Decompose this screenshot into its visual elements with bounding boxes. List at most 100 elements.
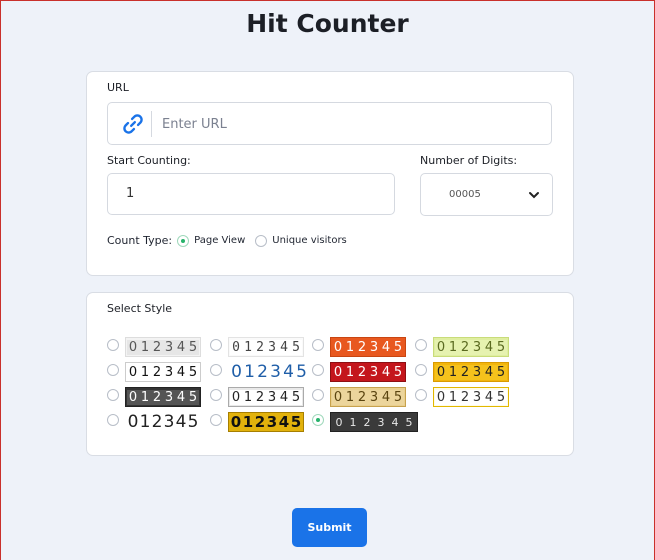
style-digit: 5 — [295, 362, 308, 382]
style-option-9[interactable]: 012345 — [107, 387, 201, 407]
settings-card: URL Start Counting: 1 Number of Digits: … — [86, 71, 574, 276]
count-type-group: Count Type: Page View Unique visitors — [107, 234, 347, 247]
style-preview-5: 012345 — [125, 362, 201, 382]
style-digit: 4 — [175, 339, 187, 355]
style-option-12[interactable]: 012345 — [415, 387, 509, 407]
style-digit: 2 — [254, 389, 266, 405]
count-type-unique-visitors[interactable]: Unique visitors — [255, 234, 347, 247]
style-option-3[interactable]: 012345 — [312, 337, 406, 357]
style-digit: 1 — [242, 389, 254, 405]
style-digit: 3 — [471, 389, 483, 405]
style-digit: 0 — [230, 339, 242, 355]
style-option-14[interactable]: 012345 — [210, 412, 304, 432]
style-digit: 2 — [151, 339, 163, 355]
style-preview-14: 012345 — [228, 412, 304, 432]
style-option-15[interactable]: 012345 — [312, 412, 418, 432]
style-digit: 5 — [392, 339, 404, 355]
url-field[interactable] — [107, 102, 552, 145]
style-option-8[interactable]: 012345 — [415, 362, 509, 382]
style-digit: 4 — [483, 339, 495, 355]
style-digit: 2 — [254, 413, 266, 431]
radio-unique-visitors[interactable] — [255, 234, 268, 247]
style-radio-3[interactable] — [312, 339, 324, 351]
style-digit: 2 — [151, 389, 163, 405]
style-digit: 2 — [459, 389, 471, 405]
style-preview-7: 012345 — [330, 362, 406, 382]
style-option-4[interactable]: 012345 — [415, 337, 509, 357]
start-counting-input[interactable]: 1 — [107, 173, 395, 215]
style-radio-1[interactable] — [107, 339, 119, 351]
style-radio-11[interactable] — [312, 389, 324, 401]
style-digit: 0 — [435, 339, 447, 355]
page-view-label: Page View — [194, 235, 246, 246]
style-digit: 4 — [388, 415, 402, 429]
radio-page-view[interactable] — [177, 234, 190, 247]
style-digit: 1 — [346, 415, 360, 429]
style-digit: 3 — [368, 339, 380, 355]
style-option-5[interactable]: 012345 — [107, 362, 201, 382]
style-digit: 5 — [495, 339, 507, 355]
style-radio-12[interactable] — [415, 389, 427, 401]
number-of-digits-select[interactable]: 00005 — [420, 173, 553, 216]
style-digit: 2 — [360, 415, 374, 429]
style-digit: 0 — [127, 389, 139, 405]
style-digit: 4 — [380, 364, 392, 380]
count-type-page-view[interactable]: Page View — [177, 234, 246, 247]
style-digit: 3 — [471, 339, 483, 355]
style-digit: 2 — [459, 339, 471, 355]
url-input[interactable] — [162, 112, 542, 136]
submit-button[interactable]: Submit — [292, 508, 367, 547]
style-option-11[interactable]: 012345 — [312, 387, 406, 407]
style-digit: 5 — [187, 412, 199, 432]
style-digit: 1 — [242, 339, 254, 355]
style-card: Select Style 012345012345012345012345012… — [86, 292, 574, 456]
style-option-6[interactable]: 012345 — [210, 362, 310, 382]
style-digit: 1 — [139, 389, 151, 405]
style-digit: 3 — [266, 389, 278, 405]
style-radio-8[interactable] — [415, 364, 427, 376]
style-radio-2[interactable] — [210, 339, 222, 351]
style-option-7[interactable]: 012345 — [312, 362, 406, 382]
style-digit: 4 — [278, 389, 290, 405]
chevron-down-icon — [529, 192, 539, 199]
style-digit: 0 — [127, 412, 139, 432]
style-digit: 3 — [163, 412, 175, 432]
unique-visitors-label: Unique visitors — [272, 235, 347, 246]
style-digit: 4 — [483, 364, 495, 380]
style-radio-9[interactable] — [107, 389, 119, 401]
style-radio-15[interactable] — [312, 414, 324, 426]
style-digit: 2 — [254, 339, 266, 355]
style-preview-8: 012345 — [433, 362, 509, 382]
style-radio-13[interactable] — [107, 414, 119, 426]
style-radio-7[interactable] — [312, 364, 324, 376]
url-divider — [151, 111, 152, 137]
style-radio-14[interactable] — [210, 414, 222, 426]
style-digit: 1 — [242, 413, 254, 431]
style-digit: 3 — [163, 364, 175, 380]
style-digit: 3 — [266, 339, 278, 355]
style-option-10[interactable]: 012345 — [210, 387, 304, 407]
style-option-13[interactable]: 012345 — [107, 412, 201, 432]
digits-selected-value: 00005 — [449, 189, 481, 200]
url-label: URL — [107, 81, 129, 94]
style-radio-6[interactable] — [210, 364, 222, 376]
style-digit: 5 — [290, 339, 302, 355]
style-digit: 3 — [368, 389, 380, 405]
style-preview-11: 012345 — [330, 387, 406, 407]
style-option-1[interactable]: 012345 — [107, 337, 201, 357]
style-digit: 3 — [163, 389, 175, 405]
count-type-label: Count Type: — [107, 234, 173, 247]
link-icon — [123, 114, 143, 134]
page-title: Hit Counter — [246, 9, 409, 38]
style-radio-4[interactable] — [415, 339, 427, 351]
style-radio-10[interactable] — [210, 389, 222, 401]
style-option-2[interactable]: 012345 — [210, 337, 304, 357]
style-digit: 0 — [127, 364, 139, 380]
style-digit: 1 — [139, 412, 151, 432]
start-counting-label: Start Counting: — [107, 154, 191, 167]
style-digit: 0 — [332, 364, 344, 380]
style-digit: 2 — [356, 389, 368, 405]
style-digit: 5 — [402, 415, 416, 429]
style-preview-12: 012345 — [433, 387, 509, 407]
style-radio-5[interactable] — [107, 364, 119, 376]
